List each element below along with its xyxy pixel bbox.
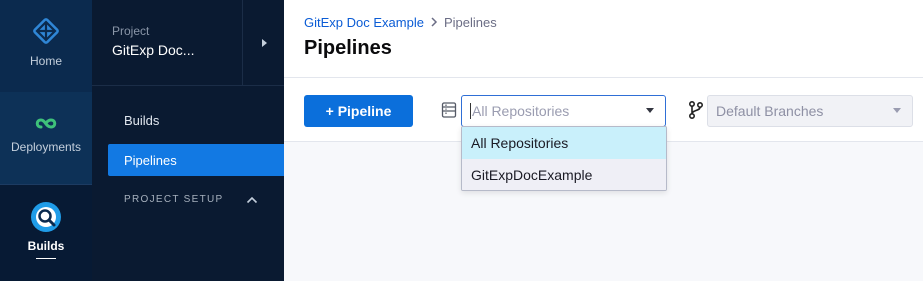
repository-select-placeholder: All Repositories <box>472 103 570 119</box>
sidebar-item-pipelines[interactable]: Pipelines <box>108 144 284 176</box>
branch-select[interactable]: Default Branches <box>707 95 913 127</box>
repository-select[interactable]: All Repositories <box>461 95 666 127</box>
rail-item-label: Builds <box>27 239 65 253</box>
project-name: GitExp Doc... <box>112 42 195 58</box>
active-indicator <box>36 258 56 259</box>
repository-option-gitexpdocexample[interactable]: GitExpDocExample <box>462 159 666 190</box>
page-header: GitExp Doc Example Pipelines Pipelines <box>284 0 923 78</box>
breadcrumb-separator-icon <box>430 15 438 30</box>
nav-rail: Home Deployments Builds <box>0 0 92 281</box>
caret-down-icon <box>646 108 654 113</box>
sidebar-item-label: Pipelines <box>124 152 177 168</box>
project-expand-button[interactable] <box>243 0 284 86</box>
project-sidebar: Project GitExp Doc... Builds Pipelines P… <box>92 0 284 281</box>
chevron-right-icon <box>261 38 267 47</box>
caret-down-icon <box>893 108 901 113</box>
breadcrumb: GitExp Doc Example Pipelines <box>304 15 497 30</box>
builds-icon <box>31 202 61 232</box>
project-kicker: Project <box>112 24 150 38</box>
section-collapse-button[interactable] <box>244 192 260 208</box>
rail-item-label: Deployments <box>10 140 82 154</box>
breadcrumb-project-link[interactable]: GitExp Doc Example <box>304 15 424 30</box>
chevron-up-icon <box>246 196 258 204</box>
rail-item-home[interactable]: Home <box>0 0 92 92</box>
sidebar-item-builds[interactable]: Builds <box>108 104 284 136</box>
repository-icon <box>441 102 457 118</box>
breadcrumb-current: Pipelines <box>443 15 497 30</box>
sidebar-item-label: Builds <box>124 112 160 128</box>
home-icon <box>33 18 59 44</box>
text-cursor <box>470 103 471 119</box>
deployments-icon <box>35 118 57 129</box>
branch-select-placeholder: Default Branches <box>716 103 824 119</box>
rail-item-deployments[interactable]: Deployments <box>0 92 92 184</box>
branch-icon <box>688 100 704 120</box>
repository-option-all[interactable]: All Repositories <box>462 127 666 159</box>
add-pipeline-button[interactable]: + Pipeline <box>304 95 413 127</box>
rail-item-label: Home <box>29 54 62 68</box>
rail-item-builds[interactable]: Builds <box>0 185 92 281</box>
section-project-setup[interactable]: PROJECT SETUP <box>124 194 224 205</box>
project-selector[interactable]: Project GitExp Doc... <box>92 0 243 86</box>
page-title: Pipelines <box>304 37 392 59</box>
repository-dropdown-menu: All Repositories GitExpDocExample <box>461 126 667 191</box>
